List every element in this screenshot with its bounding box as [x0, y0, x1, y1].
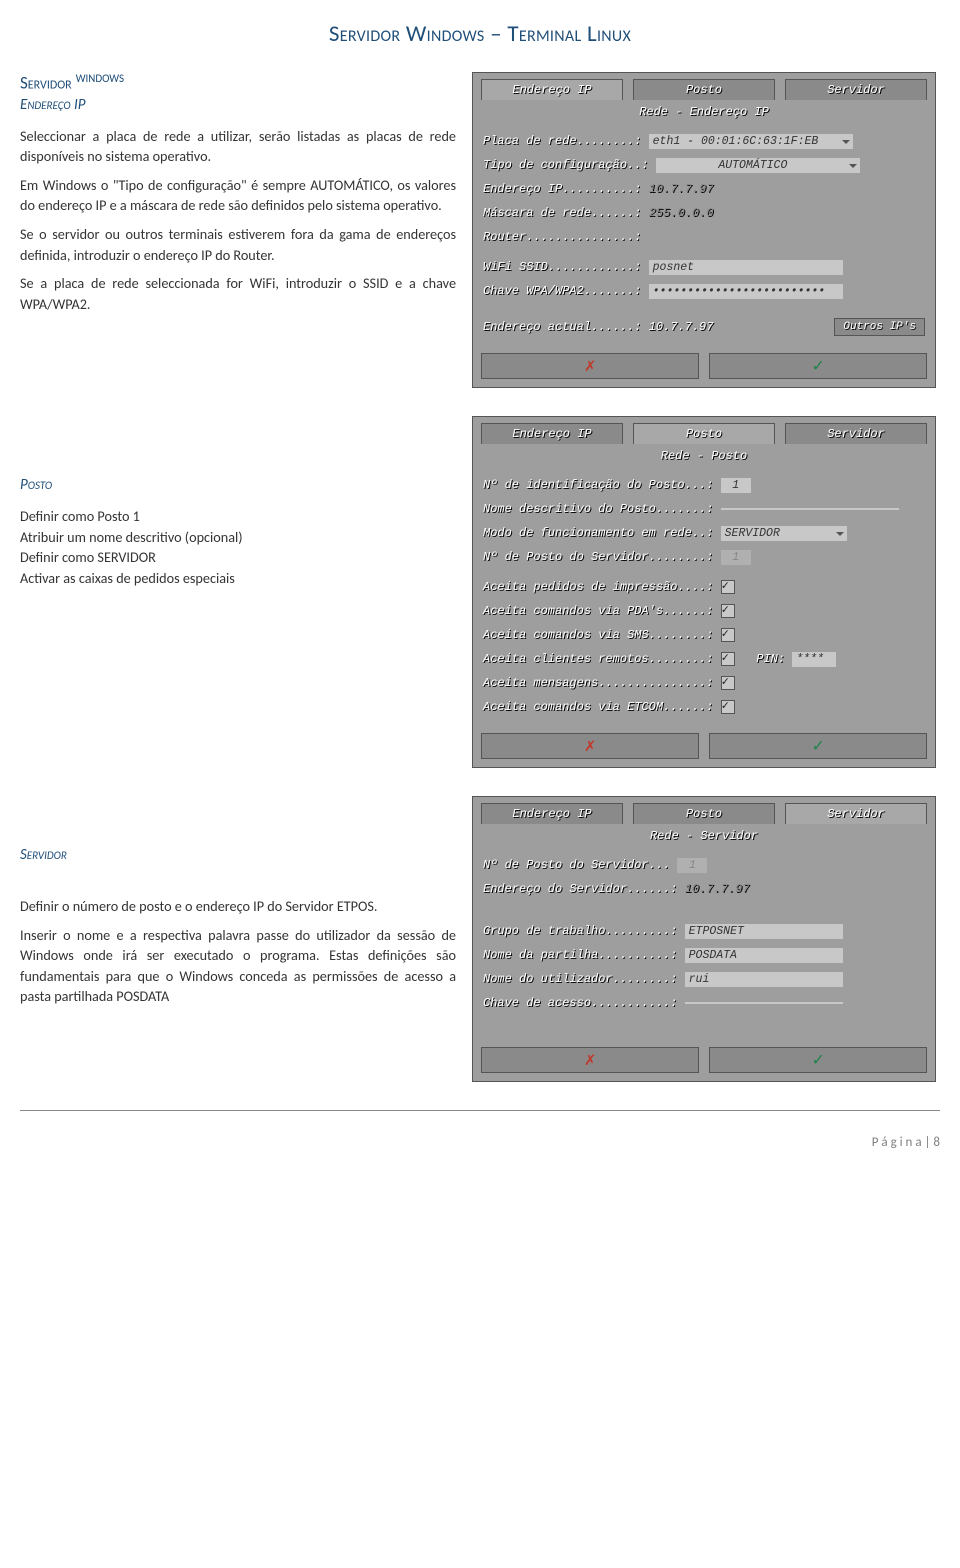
para: Inserir o nome e a respectiva palavra pa… [20, 925, 456, 1007]
panel-subtitle: Rede - Posto [473, 447, 935, 469]
line: Definir como Posto 1 [20, 506, 456, 527]
input-id-posto[interactable]: 1 [721, 478, 751, 493]
lbl-tipo: Tipo de configuração..: [483, 158, 649, 172]
close-icon: ✗ [585, 1049, 596, 1071]
tab-endereco-ip[interactable]: Endereço IP [481, 423, 623, 444]
val-endereco-ip: 10.7.7.97 [649, 182, 714, 196]
page-title: Servidor Windows – Terminal Linux [20, 20, 940, 48]
ok-button[interactable]: ✓ [709, 1047, 927, 1073]
tab-servidor[interactable]: Servidor [785, 423, 927, 444]
input-pin[interactable]: **** [792, 652, 836, 667]
ok-button[interactable]: ✓ [709, 353, 927, 379]
val-endereco-actual: 10.7.7.97 [649, 320, 714, 334]
tab-endereco-ip[interactable]: Endereço IP [481, 79, 623, 100]
lbl-aceita-impressao: Aceita pedidos de impressão....: [483, 580, 713, 594]
input-chave[interactable] [685, 1002, 843, 1004]
lbl-wpa: Chave WPA/WPA2.......: [483, 284, 641, 298]
lbl-chave: Chave de acesso...........: [483, 996, 677, 1010]
close-icon: ✗ [585, 355, 596, 377]
lbl-id-posto: Nº de identificação do Posto...: [483, 478, 713, 492]
check-icon: ✓ [813, 1049, 824, 1071]
para: Seleccionar a placa de rede a utilizar, … [20, 126, 456, 167]
input-tipo-config[interactable]: AUTOMÁTICO [656, 158, 860, 173]
lbl-mascara: Máscara de rede......: [483, 206, 641, 220]
lbl-aceita-pda: Aceita comandos via PDA's......: [483, 604, 713, 618]
cancel-button[interactable]: ✗ [481, 1047, 699, 1073]
checkbox-impressao[interactable] [721, 580, 735, 594]
panel-servidor: Endereço IP Posto Servidor Rede - Servid… [472, 796, 936, 1082]
cancel-button[interactable]: ✗ [481, 353, 699, 379]
lbl-placa: Placa de rede........: [483, 134, 641, 148]
panel-subtitle: Rede - Endereço IP [473, 103, 935, 125]
panel-posto: Endereço IP Posto Servidor Rede - Posto … [472, 416, 936, 768]
val-end-srv: 10.7.7.97 [685, 882, 750, 896]
lbl-endereco-actual: Endereço actual......: [483, 320, 641, 334]
para: Em Windows o "Tipo de configuração" é se… [20, 175, 456, 216]
lbl-aceita-etcom: Aceita comandos via ETCOM......: [483, 700, 713, 714]
tab-servidor[interactable]: Servidor [785, 803, 927, 824]
heading-servidor: Servidor [20, 846, 456, 864]
checkbox-remotos[interactable] [721, 652, 735, 666]
tab-posto[interactable]: Posto [633, 79, 775, 100]
button-outros-ips[interactable]: Outros IP's [834, 318, 925, 336]
close-icon: ✗ [585, 735, 596, 757]
tab-posto[interactable]: Posto [633, 423, 775, 444]
line: Definir como SERVIDOR [20, 547, 456, 568]
checkbox-mensagens[interactable] [721, 676, 735, 690]
page-footer: P á g i n a | 8 [20, 1135, 940, 1150]
lbl-nome-posto: Nome descritivo do Posto.......: [483, 502, 713, 516]
check-icon: ✓ [813, 355, 824, 377]
input-ssid[interactable]: posnet [649, 260, 843, 275]
val-n-posto-srv: 1 [677, 858, 707, 873]
checkbox-etcom[interactable] [721, 700, 735, 714]
lbl-utilizador: Nome do utilizador........: [483, 972, 677, 986]
panel-subtitle: Rede - Servidor [473, 827, 935, 849]
line: Activar as caixas de pedidos especiais [20, 568, 456, 589]
para: Definir o número de posto e o endereço I… [20, 896, 456, 917]
input-nome-posto[interactable] [721, 508, 899, 510]
input-partilha[interactable]: POSDATA [685, 948, 843, 963]
input-utilizador[interactable]: rui [685, 972, 843, 987]
val-n-servidor: 1 [721, 550, 751, 565]
checkbox-pda[interactable] [721, 604, 735, 618]
heading-servidor-windows: ServidorWINDOWS [20, 72, 456, 94]
lbl-n-servidor: Nº de Posto do Servidor........: [483, 550, 713, 564]
input-wpa[interactable]: ••••••••••••••••••••••••• [649, 284, 843, 299]
tab-endereco-ip[interactable]: Endereço IP [481, 803, 623, 824]
heading-posto: Posto [20, 476, 456, 494]
lbl-aceita-sms: Aceita comandos via SMS........: [483, 628, 713, 642]
lbl-partilha: Nome da partilha..........: [483, 948, 677, 962]
lbl-router: Router...............: [483, 230, 641, 244]
lbl-n-posto-srv: Nº de Posto do Servidor... [483, 858, 670, 872]
lbl-aceita-mensagens: Aceita mensagens...............: [483, 676, 713, 690]
lbl-grupo: Grupo de trabalho.........: [483, 924, 677, 938]
lbl-modo: Modo de funcionamento em rede..: [483, 526, 713, 540]
lbl-end-srv: Endereço do Servidor......: [483, 882, 677, 896]
para: Se o servidor ou outros terminais estive… [20, 224, 456, 265]
val-mascara: 255.0.0.0 [649, 206, 714, 220]
input-placa-rede[interactable]: eth1 - 00:01:6C:63:1F:EB [649, 134, 853, 149]
panel-endereco-ip: Endereço IP Posto Servidor Rede - Endere… [472, 72, 936, 388]
input-grupo[interactable]: ETPOSNET [685, 924, 843, 939]
subheading-endereco-ip: Endereço IP [20, 96, 456, 114]
cancel-button[interactable]: ✗ [481, 733, 699, 759]
lbl-aceita-remotos: Aceita clientes remotos........: [483, 652, 713, 666]
tab-servidor[interactable]: Servidor [785, 79, 927, 100]
tab-posto[interactable]: Posto [633, 803, 775, 824]
checkbox-sms[interactable] [721, 628, 735, 642]
input-modo-rede[interactable]: SERVIDOR [721, 526, 847, 541]
para: Se a placa de rede seleccionada for WiFi… [20, 273, 456, 314]
lbl-endereco-ip: Endereço IP..........: [483, 182, 641, 196]
line: Atribuir um nome descritivo (opcional) [20, 527, 456, 548]
lbl-pin: PIN: [756, 652, 785, 666]
divider [20, 1110, 940, 1111]
check-icon: ✓ [813, 735, 824, 757]
ok-button[interactable]: ✓ [709, 733, 927, 759]
lbl-ssid: WiFi SSID............: [483, 260, 641, 274]
